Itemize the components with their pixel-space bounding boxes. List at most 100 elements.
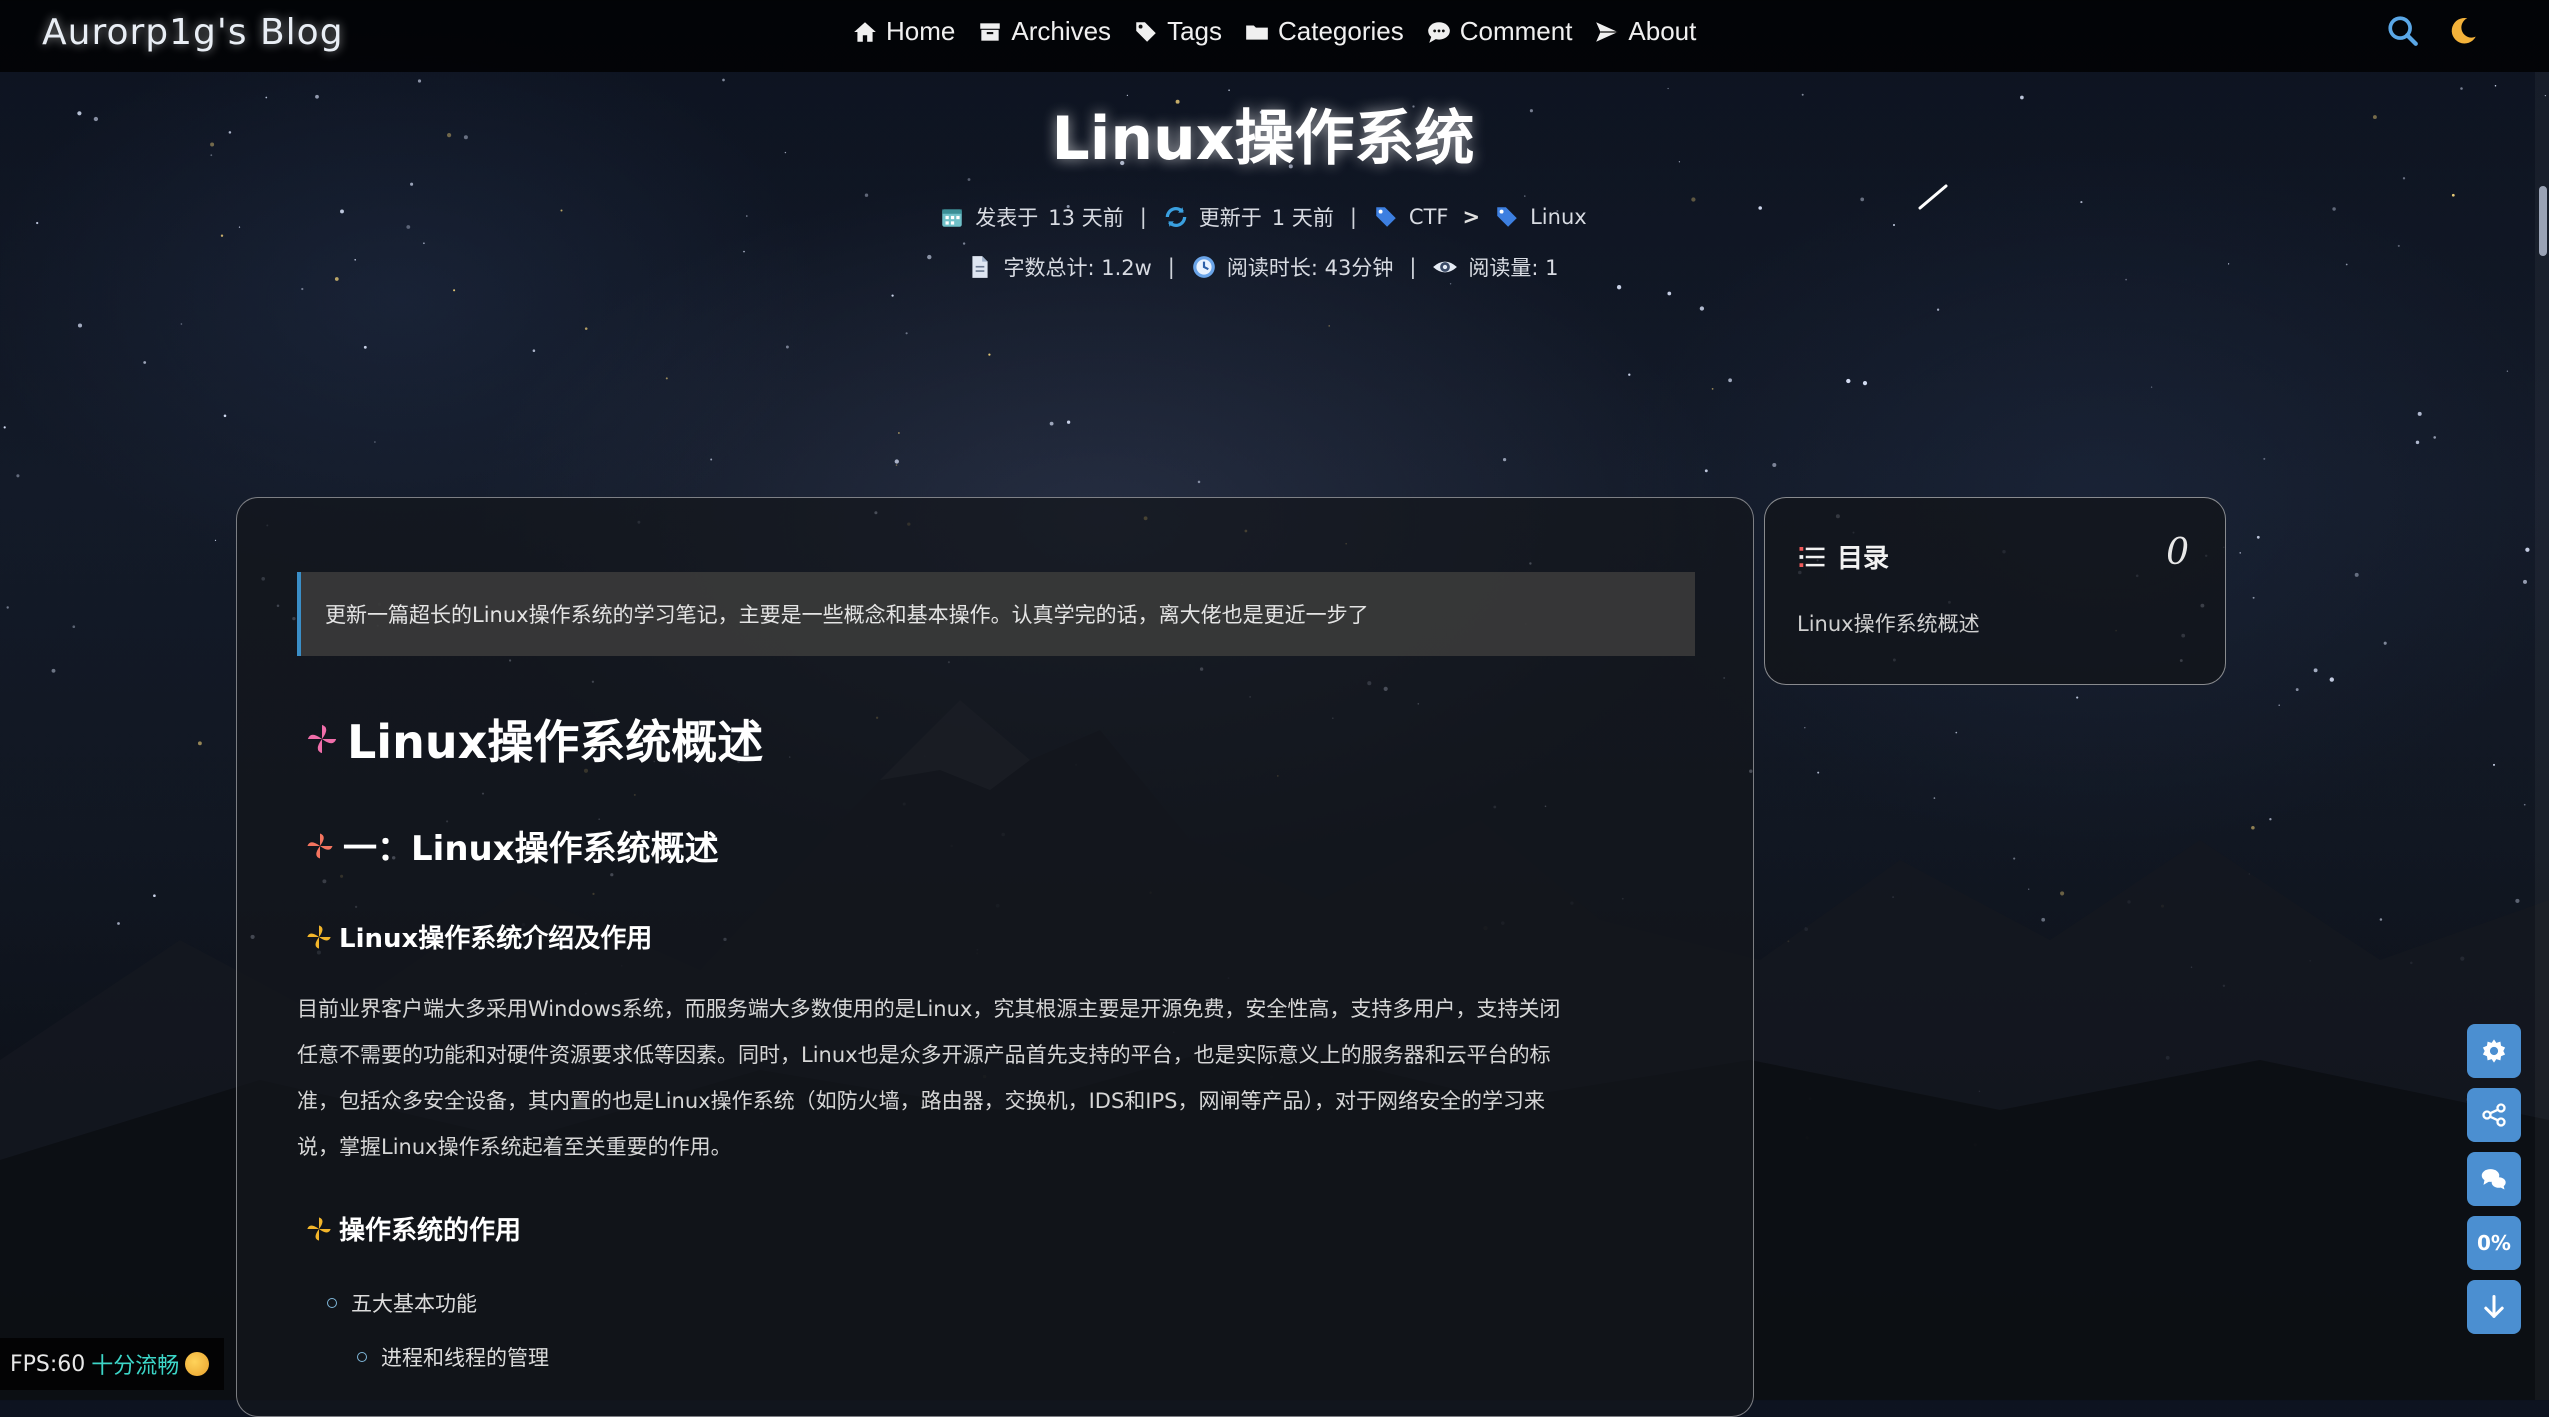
list-bullet (327, 1298, 337, 1308)
category-link[interactable]: CTF (1409, 205, 1449, 229)
nav-tags[interactable]: Tags (1133, 16, 1222, 47)
clock-icon (1193, 256, 1215, 278)
heading-3-text: 操作系统的作用 (339, 1216, 522, 1246)
article-paragraph: 目前业界客户端大多采用Windows系统，而服务端大多数使用的是Linux，究其… (297, 986, 1697, 1170)
star (1846, 378, 1851, 384)
star (891, 294, 894, 297)
star (864, 193, 869, 197)
reading-time: 阅读时长: 43分钟 (1226, 256, 1394, 280)
heading-3: 操作系统的作用 (305, 1210, 521, 1247)
smiley-icon (185, 1352, 210, 1376)
settings-button[interactable] (2467, 1024, 2521, 1078)
star (894, 459, 899, 464)
star (2263, 457, 2266, 460)
view-count: 阅读量: 1 (1468, 256, 1559, 280)
nav-about-label: About (1628, 16, 1697, 46)
star (1667, 291, 1672, 296)
nav-archives[interactable]: Archives (977, 16, 1111, 47)
published-label: 发表于 (975, 206, 1039, 230)
tag-icon (1497, 207, 1517, 227)
paragraph-line: 说，掌握Linux操作系统起着至关重要的作用。 (297, 1135, 732, 1159)
article-note: 更新一篇超长的Linux操作系统的学习笔记，主要是一些概念和基本操作。认真学完的… (297, 572, 1695, 656)
star (2354, 572, 2359, 577)
star (2523, 579, 2527, 584)
star (1066, 420, 1071, 424)
paragraph-line: 准，包括众多安全设备，其内置的也是Linux操作系统（如防火墙，路由器，交换机，… (297, 1089, 1545, 1113)
nav-home[interactable]: Home (852, 16, 955, 47)
home-icon (854, 21, 876, 42)
scroll-to-bottom-button[interactable] (2467, 1280, 2521, 1334)
moon-icon[interactable] (2446, 14, 2480, 48)
star (1197, 480, 1201, 484)
toc-progress-percent: 0 (2166, 532, 2189, 573)
star (1449, 283, 1452, 285)
star (1862, 381, 1868, 386)
post-meta-row-2: 字数总计: 1.2w | 阅读时长: 43分钟 | 阅读量: 1 (0, 252, 2526, 282)
share-icon (2482, 1103, 2506, 1127)
star (453, 289, 456, 292)
share-button[interactable] (2467, 1088, 2521, 1142)
star (2415, 440, 2420, 445)
meta-separator: | (1139, 205, 1147, 229)
star (2397, 244, 2400, 247)
word-count: 字数总计: 1.2w (1003, 256, 1152, 280)
star (895, 464, 898, 466)
star (2402, 177, 2406, 180)
tag-link[interactable]: Linux (1530, 205, 1587, 229)
star (2239, 552, 2241, 554)
nav-archives-label: Archives (1011, 16, 1112, 46)
scroll-percent-button[interactable]: 0% (2467, 1216, 2521, 1270)
nav-comment-label: Comment (1459, 16, 1573, 46)
star (785, 345, 789, 349)
updated-label: 更新于 (1198, 206, 1262, 230)
post-meta-row-1: 发表于 13 天前 | 更新于 1 天前 | CTF > Linux (0, 202, 2526, 232)
search-icon[interactable] (2386, 14, 2420, 48)
page-scrollbar[interactable] (2535, 72, 2549, 1400)
nav-about[interactable]: About (1594, 16, 1696, 47)
heading-3-text: Linux操作系统介绍及作用 (339, 924, 653, 954)
star (2506, 370, 2509, 372)
nav-comment[interactable]: Comment (1426, 16, 1573, 47)
blog-title[interactable]: Aurorp1g's Blog (42, 12, 344, 53)
star (2256, 535, 2260, 539)
star (3, 426, 6, 429)
star (2525, 547, 2530, 552)
list-item-text: 进程和线程的管理 (381, 1346, 549, 1370)
published-value: 13 天前 (1048, 206, 1124, 230)
star (1691, 197, 1696, 202)
star (220, 234, 224, 237)
star (962, 242, 966, 245)
document-icon (972, 256, 989, 278)
comments-icon (2481, 1169, 2506, 1190)
tags-icon (1136, 21, 1156, 42)
star (2433, 436, 2436, 439)
star (2150, 386, 2153, 388)
folder-icon (1246, 25, 1268, 40)
star (1524, 195, 1526, 197)
pinwheel-icon (307, 924, 331, 949)
star (1616, 285, 1622, 290)
meta-separator: | (1349, 205, 1357, 229)
meta-separator: | (1167, 255, 1175, 279)
toc-title: 目录 (1837, 544, 1890, 574)
fps-label: FPS:60 (10, 1351, 86, 1377)
pinwheel-icon (307, 1216, 331, 1241)
star (423, 242, 425, 245)
toc-item[interactable]: Linux操作系统概述 (1797, 608, 1980, 638)
list-bullet (357, 1352, 367, 1362)
comments-button[interactable] (2467, 1152, 2521, 1206)
star (214, 539, 217, 542)
star (1936, 308, 1940, 311)
nav-categories[interactable]: Categories (1244, 16, 1404, 47)
scrollbar-thumb[interactable] (2539, 186, 2547, 256)
star (1628, 373, 1631, 376)
star (1711, 388, 1714, 390)
star (722, 78, 725, 82)
eye-icon (1433, 261, 1458, 273)
pinwheel-icon (307, 833, 333, 858)
top-navbar: Aurorp1g's Blog Home Archives Tags Categ… (0, 0, 2549, 72)
star (223, 414, 227, 418)
star (72, 625, 76, 629)
archive-icon (980, 22, 1001, 41)
arrow-down-icon (2484, 1294, 2504, 1318)
